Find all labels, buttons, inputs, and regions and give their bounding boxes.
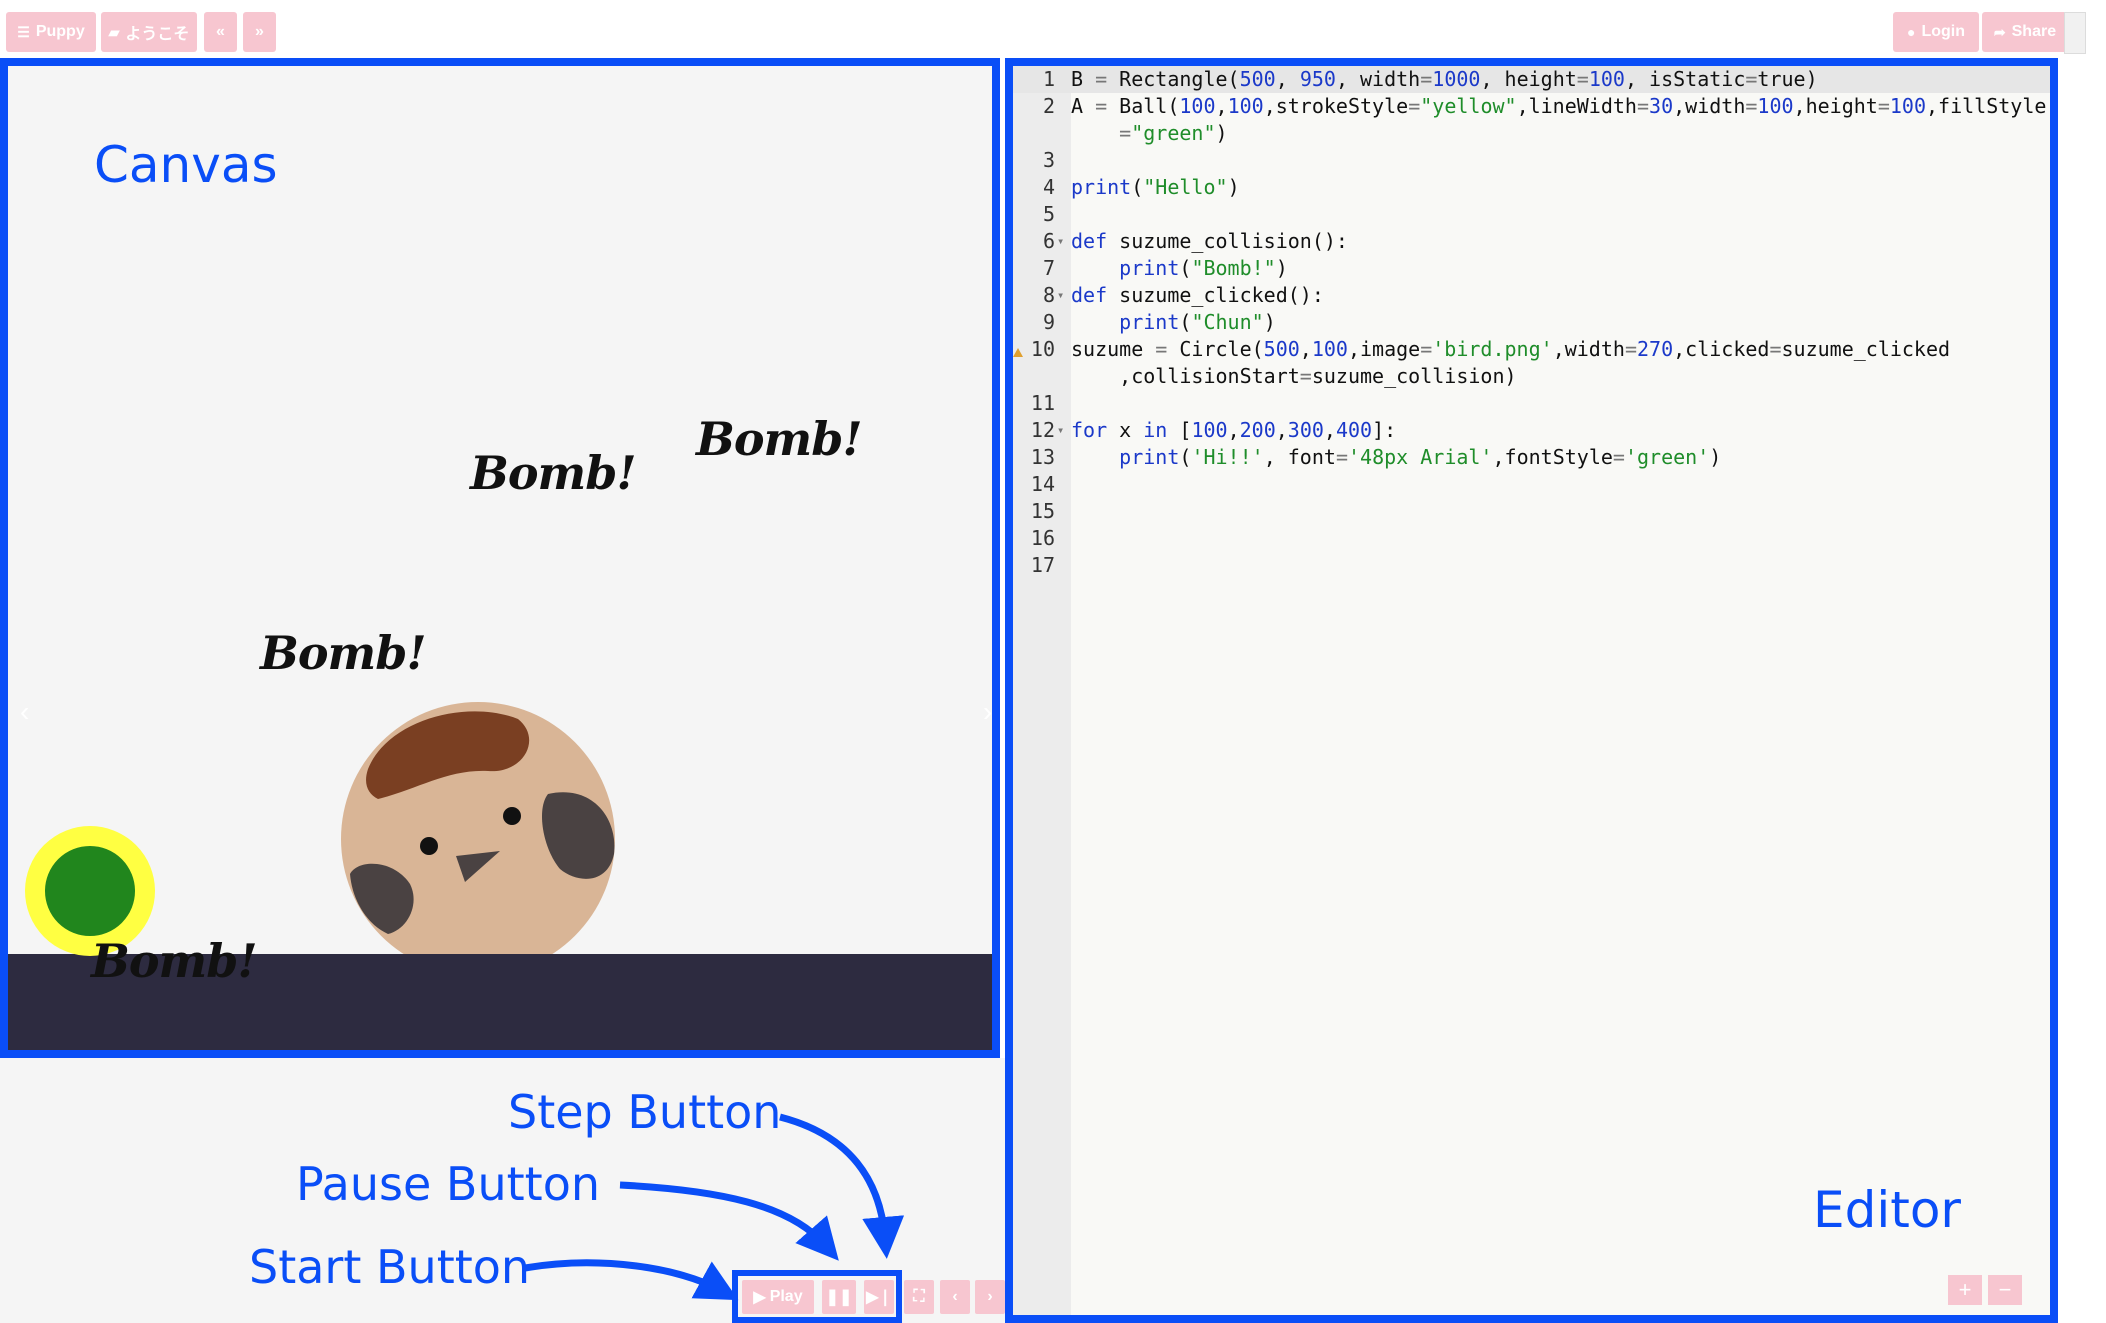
- line-number: 15: [1030, 499, 1055, 523]
- line-number: 8: [1042, 283, 1055, 307]
- right-chevron-icon: ›: [987, 1288, 993, 1305]
- code-text: print("Chun"): [1119, 310, 1276, 334]
- prev-page-button[interactable]: «: [204, 12, 237, 52]
- fold-toggle-icon[interactable]: ▾: [1057, 282, 1064, 309]
- fold-toggle-icon[interactable]: ▾: [1057, 417, 1064, 444]
- bomb-text: Bomb!: [696, 412, 863, 466]
- welcome-button[interactable]: ▰ ようこそ: [101, 12, 197, 52]
- sparrow-eye: [420, 837, 438, 855]
- pause-button-annotation: Pause Button: [296, 1157, 600, 1211]
- zoom-out-button[interactable]: −: [1988, 1275, 2022, 1305]
- welcome-label: ようこそ: [125, 26, 190, 43]
- line-number: 9: [1042, 310, 1055, 334]
- line-number: 13: [1030, 445, 1055, 469]
- next-example-button[interactable]: ›: [975, 1280, 1005, 1314]
- pause-button[interactable]: ❚❚: [822, 1280, 856, 1314]
- line-number: 17: [1030, 553, 1055, 577]
- code-line[interactable]: 11: [1013, 390, 2050, 417]
- code-line[interactable]: 8 ▾ def suzume_clicked():: [1013, 282, 2050, 309]
- line-number: 12: [1030, 418, 1055, 442]
- line-number: 4: [1042, 175, 1055, 199]
- next-page-label: »: [255, 23, 264, 40]
- line-number: 5: [1042, 202, 1055, 226]
- share-icon: ➦: [1993, 23, 2006, 40]
- canvas-panel[interactable]: Canvas Bomb! Bomb! Bomb! Bomb! ‹ ›: [0, 58, 1000, 1058]
- editor-caption: Editor: [1813, 1181, 1961, 1239]
- step-button[interactable]: ▶❘: [864, 1280, 894, 1314]
- bomb-text: Bomb!: [470, 446, 637, 500]
- code-line[interactable]: 4 print("Hello"): [1013, 174, 2050, 201]
- left-chevron-icon: ‹: [952, 1288, 958, 1305]
- code-line[interactable]: 2 A = Ball(100,100,strokeStyle="yellow",l…: [1013, 93, 2050, 120]
- code-text: A = Ball(100,100,strokeStyle="yellow",li…: [1071, 94, 2047, 118]
- sparrow-eye: [503, 807, 521, 825]
- code-line[interactable]: 7 print("Bomb!"): [1013, 255, 2050, 282]
- code-line[interactable]: 15: [1013, 498, 2050, 525]
- line-number: 11: [1030, 391, 1055, 415]
- share-label: Share: [2011, 23, 2057, 40]
- code-line[interactable]: ,collisionStart=suzume_collision): [1013, 363, 2050, 390]
- bomb-text: Bomb!: [260, 626, 427, 680]
- login-button[interactable]: ● Login: [1893, 12, 1979, 52]
- prev-example-button[interactable]: ‹: [940, 1280, 970, 1314]
- code-line[interactable]: 5: [1013, 201, 2050, 228]
- code-text: B = Rectangle(500, 950, width=1000, heig…: [1071, 67, 1818, 91]
- code-line[interactable]: 1 B = Rectangle(500, 950, width=1000, hei…: [1013, 66, 2050, 93]
- puppy-menu-label: Puppy: [35, 23, 85, 40]
- code-line[interactable]: 16: [1013, 525, 2050, 552]
- code-text: print("Hello"): [1071, 175, 1240, 199]
- code-line[interactable]: 14: [1013, 471, 2050, 498]
- code-text: for x in [100,200,300,400]:: [1071, 418, 1397, 442]
- play-label: Play: [769, 1288, 803, 1305]
- zoom-in-button[interactable]: +: [1948, 1275, 1982, 1305]
- canvas-next-arrow[interactable]: ›: [983, 696, 992, 728]
- line-number: 16: [1030, 526, 1055, 550]
- page-scrollbar[interactable]: [2064, 12, 2086, 54]
- fullscreen-button[interactable]: ⛶: [904, 1280, 934, 1314]
- user-icon: ●: [1906, 24, 1916, 40]
- line-number: 6: [1042, 229, 1055, 253]
- warning-icon: [1013, 348, 1023, 357]
- play-button[interactable]: ▶ Play: [742, 1280, 814, 1314]
- share-button[interactable]: ➦ Share: [1982, 12, 2068, 52]
- line-number: 14: [1030, 472, 1055, 496]
- code-text: def suzume_collision():: [1071, 229, 1348, 253]
- pause-icon: ❚❚: [825, 1289, 853, 1306]
- code-text: suzume = Circle(500,100,image='bird.png'…: [1071, 337, 1951, 361]
- code-text: ,collisionStart=suzume_collision): [1071, 364, 1517, 388]
- bomb-text: Bomb!: [91, 934, 258, 988]
- login-label: Login: [1921, 23, 1965, 40]
- code-line[interactable]: 3: [1013, 147, 2050, 174]
- play-icon: ▶: [753, 1289, 766, 1306]
- canvas-caption: Canvas: [94, 136, 278, 194]
- code-line[interactable]: ="green"): [1013, 120, 2050, 147]
- code-text: print("Bomb!"): [1119, 256, 1288, 280]
- canvas-prev-arrow[interactable]: ‹: [20, 696, 29, 728]
- prev-page-label: «: [216, 23, 225, 40]
- puppy-menu-button[interactable]: ☰ Puppy: [6, 12, 96, 52]
- folder-icon: ▰: [108, 23, 120, 40]
- code-line[interactable]: 10 suzume = Circle(500,100,image='bird.pn…: [1013, 336, 2050, 363]
- fullscreen-icon: ⛶: [913, 1288, 925, 1305]
- step-button-annotation: Step Button: [508, 1085, 782, 1139]
- next-page-button[interactable]: »: [243, 12, 276, 52]
- sparrow-sprite[interactable]: [338, 699, 618, 979]
- step-icon: ▶❘: [866, 1289, 892, 1306]
- code-text: print('Hi!!', font='48px Arial',fontStyl…: [1119, 445, 1722, 469]
- code-line[interactable]: 6 ▾ def suzume_collision():: [1013, 228, 2050, 255]
- code-line[interactable]: 9 print("Chun"): [1013, 309, 2050, 336]
- line-number: 7: [1042, 256, 1055, 280]
- line-number: 3: [1042, 148, 1055, 172]
- fold-toggle-icon[interactable]: ▾: [1057, 228, 1064, 255]
- code-editor[interactable]: 1 B = Rectangle(500, 950, width=1000, hei…: [1005, 58, 2058, 1323]
- code-text: ="green"): [1119, 121, 1228, 145]
- code-line[interactable]: 12 ▾ for x in [100,200,300,400]:: [1013, 417, 2050, 444]
- code-line[interactable]: 13 print('Hi!!', font='48px Arial',fontS…: [1013, 444, 2050, 471]
- code-text: def suzume_clicked():: [1071, 283, 1324, 307]
- line-number: 2: [1042, 94, 1055, 118]
- code-line[interactable]: 17: [1013, 552, 2050, 579]
- line-number: 1: [1042, 67, 1055, 91]
- menu-icon: ☰: [17, 23, 30, 40]
- start-button-annotation: Start Button: [249, 1240, 531, 1294]
